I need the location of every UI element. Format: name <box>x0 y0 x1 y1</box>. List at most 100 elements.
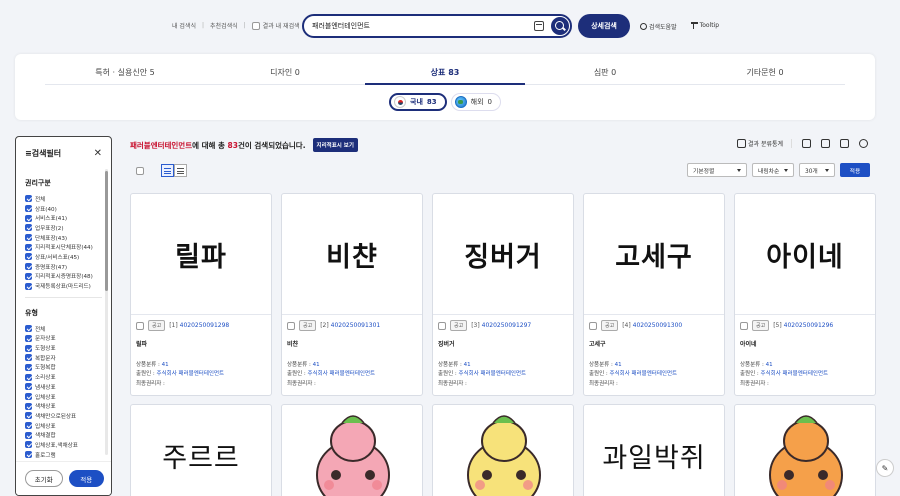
rights-option[interactable]: 상표/서비스표(45) <box>25 252 102 262</box>
trademark-name[interactable]: 징버거 <box>438 339 568 348</box>
rights-option[interactable]: 전체 <box>25 194 102 204</box>
application-number-link[interactable]: [2] 4020250091301 <box>320 322 380 329</box>
checkbox[interactable] <box>25 431 32 439</box>
checkbox[interactable] <box>25 393 32 401</box>
checkbox[interactable] <box>25 412 32 420</box>
checkbox[interactable] <box>25 441 32 449</box>
type-option[interactable]: 복합문자 <box>25 353 102 363</box>
stats-button[interactable]: 결과 분류통계 <box>737 139 793 148</box>
type-option[interactable]: 문자상표 <box>25 334 102 344</box>
checkbox[interactable] <box>25 195 32 203</box>
geo-indication-button[interactable]: 지리적표시 보기 <box>312 138 358 152</box>
application-number-link[interactable]: [5] 4020250091296 <box>773 322 833 329</box>
checkbox[interactable] <box>25 402 32 410</box>
trademark-card[interactable]: 아이네 공고 [5] 4020250091296 아이네 상품분류 : 41 출원인 : … <box>734 193 876 396</box>
card-checkbox[interactable] <box>287 321 295 330</box>
folder-icon[interactable] <box>840 139 850 148</box>
download-icon[interactable] <box>802 139 812 148</box>
trademark-card[interactable] <box>281 404 423 496</box>
grid-view-button[interactable] <box>174 164 187 177</box>
type-option[interactable]: 색채만으로된상표 <box>25 411 102 421</box>
rights-option[interactable]: 지리적표시증명표장(48) <box>25 272 102 282</box>
trademark-card[interactable]: 비챤 공고 [2] 4020250091301 비챤 상품분류 : 41 출원인 : 주식… <box>281 193 423 396</box>
checkbox[interactable] <box>25 243 32 251</box>
advanced-search-button[interactable]: 상세검색 <box>578 14 630 38</box>
tab-design[interactable]: 디자인 0 <box>205 65 365 85</box>
rights-option[interactable]: 단체표장(43) <box>25 233 102 243</box>
search-within-checkbox[interactable] <box>251 21 260 30</box>
rights-option[interactable]: 업무표장(2) <box>25 223 102 233</box>
tooltip-link[interactable]: Tooltip <box>690 22 719 31</box>
trademark-name[interactable]: 비챤 <box>287 339 417 348</box>
mascot-image[interactable] <box>433 405 574 496</box>
close-icon[interactable]: ✕ <box>94 148 102 159</box>
rights-option[interactable]: 상표(40) <box>25 204 102 214</box>
controls-apply-button[interactable]: 적용 <box>840 163 870 177</box>
trademark-card[interactable]: 징버거 공고 [3] 4020250091297 징버거 상품분류 : 41 출원인 : … <box>432 193 574 396</box>
checkbox[interactable] <box>25 325 32 333</box>
per-page-select[interactable]: 30개 <box>799 163 835 177</box>
print-icon[interactable] <box>821 139 831 148</box>
filter-apply-button[interactable]: 적용 <box>68 470 104 487</box>
rights-option[interactable]: 지리적표시단체표장(44) <box>25 242 102 252</box>
rights-option[interactable]: 증명표장(47) <box>25 262 102 272</box>
type-option[interactable]: 전체 <box>25 324 102 334</box>
trademark-card[interactable] <box>734 404 876 496</box>
checkbox[interactable] <box>25 282 32 290</box>
checkbox[interactable] <box>25 205 32 213</box>
type-option[interactable]: 색채상표 <box>25 401 102 411</box>
card-checkbox[interactable] <box>740 321 748 330</box>
reset-button[interactable]: 초기화 <box>25 470 63 487</box>
application-number-link[interactable]: [1] 4020250091298 <box>169 322 229 329</box>
checkbox[interactable] <box>25 272 32 280</box>
type-option[interactable]: 색채결합 <box>25 430 102 440</box>
checkbox[interactable] <box>25 234 32 242</box>
trademark-image[interactable]: 과일박쥐 <box>584 405 724 496</box>
calendar-icon[interactable] <box>534 21 544 31</box>
search-button[interactable] <box>551 17 569 35</box>
tab-trial[interactable]: 심판 0 <box>525 65 685 85</box>
search-within-results[interactable]: 결과 내 재검색 <box>251 21 300 30</box>
search-input[interactable] <box>312 22 532 30</box>
card-checkbox[interactable] <box>589 321 597 330</box>
tab-overseas[interactable]: 해외 0 <box>450 93 501 111</box>
tab-patent[interactable]: 특허 · 실용신안 5 <box>45 65 205 85</box>
order-select[interactable]: 내림차순 <box>752 163 794 177</box>
type-option[interactable]: 소리상표 <box>25 372 102 382</box>
trademark-image[interactable]: 아이네 <box>735 194 875 314</box>
checkbox[interactable] <box>25 451 32 459</box>
type-option[interactable]: 입체상표,색채상표 <box>25 440 102 450</box>
type-option[interactable]: 도형복합 <box>25 363 102 373</box>
checkbox[interactable] <box>25 214 32 222</box>
type-option[interactable]: 도형상표 <box>25 343 102 353</box>
application-number-link[interactable]: [4] 4020250091300 <box>622 322 682 329</box>
trademark-card[interactable]: 주르르 <box>130 404 272 496</box>
checkbox[interactable] <box>25 363 32 371</box>
trademark-card[interactable]: 과일박쥐 <box>583 404 725 496</box>
trademark-image[interactable]: 고세구 <box>584 194 724 314</box>
trademark-card[interactable]: 릴파 공고 [1] 4020250091298 릴파 상품분류 : 41 출원인 : 주식… <box>130 193 272 396</box>
tab-domestic[interactable]: 국내 83 <box>389 93 447 111</box>
search-help-link[interactable]: 검색도움말 <box>640 22 677 31</box>
mascot-image[interactable] <box>735 405 876 496</box>
card-checkbox[interactable] <box>136 321 144 330</box>
card-checkbox[interactable] <box>438 321 446 330</box>
checkbox[interactable] <box>25 224 32 232</box>
checkbox[interactable] <box>25 253 32 261</box>
trademark-image[interactable]: 징버거 <box>433 194 573 314</box>
checkbox[interactable] <box>25 263 32 271</box>
type-option[interactable]: 입체상표 <box>25 392 102 402</box>
select-all-checkbox[interactable] <box>136 167 144 175</box>
checkbox[interactable] <box>25 373 32 381</box>
info-icon[interactable] <box>859 139 869 148</box>
type-option[interactable]: 냄새상표 <box>25 382 102 392</box>
trademark-image[interactable]: 릴파 <box>131 194 271 314</box>
rights-option[interactable]: 국제등록상표(마드리드) <box>25 281 102 291</box>
sort-select[interactable]: 기본정렬 <box>687 163 747 177</box>
recommend-search-link[interactable]: 추천검색식 <box>210 21 238 30</box>
checkbox[interactable] <box>25 334 32 342</box>
checkbox[interactable] <box>25 354 32 362</box>
trademark-image[interactable]: 주르르 <box>131 405 271 496</box>
application-number-link[interactable]: [3] 4020250091297 <box>471 322 531 329</box>
checkbox[interactable] <box>25 422 32 430</box>
